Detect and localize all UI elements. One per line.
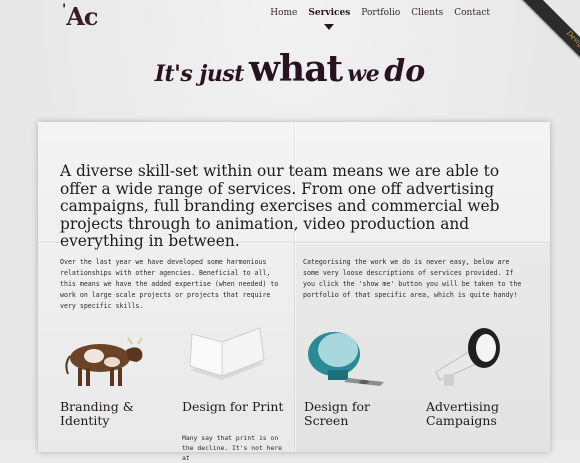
imac-icon [308,332,384,386]
intro-text: A diverse skill-set within our team mean… [60,162,500,251]
page-headline: It's just what we do [0,48,580,90]
logo-mark: ' [62,2,66,18]
headline-part4: do [384,54,426,89]
service-print-title: Design for Print [182,399,284,414]
book-icon [189,327,265,380]
cow-icon [65,337,143,386]
left-column-text: Over the last year we have developed som… [60,257,279,310]
headline-part1: It's just [154,61,245,87]
service-branding-title: Branding & Identity [60,399,134,428]
nav-contact[interactable]: Contact [454,8,490,18]
headline-part3: we [347,61,380,87]
nav-portfolio[interactable]: Portfolio [361,8,400,18]
active-indicator-arrow [324,24,335,30]
content-paper: A diverse skill-set within our team mean… [38,122,550,462]
right-column-text: Categorising the work we do is never eas… [303,257,522,299]
service-advertising-title: Advertising Campaigns [426,399,499,428]
nav-services[interactable]: Services [308,8,351,30]
service-screen-title: Design for Screen [304,399,370,428]
megaphone-icon [435,328,500,386]
nav-clients[interactable]: Clients [411,8,443,18]
nav-services-label: Services [308,8,351,18]
main-nav: Home Services Portfolio Clients Contact [270,8,490,30]
headline-part2: what [249,48,343,90]
nav-home[interactable]: Home [270,8,297,18]
logo-text: Ac [66,2,98,31]
service-print-desc: Many say that print is on the decline. I… [182,434,283,462]
site-logo[interactable]: 'Ac [62,2,99,31]
